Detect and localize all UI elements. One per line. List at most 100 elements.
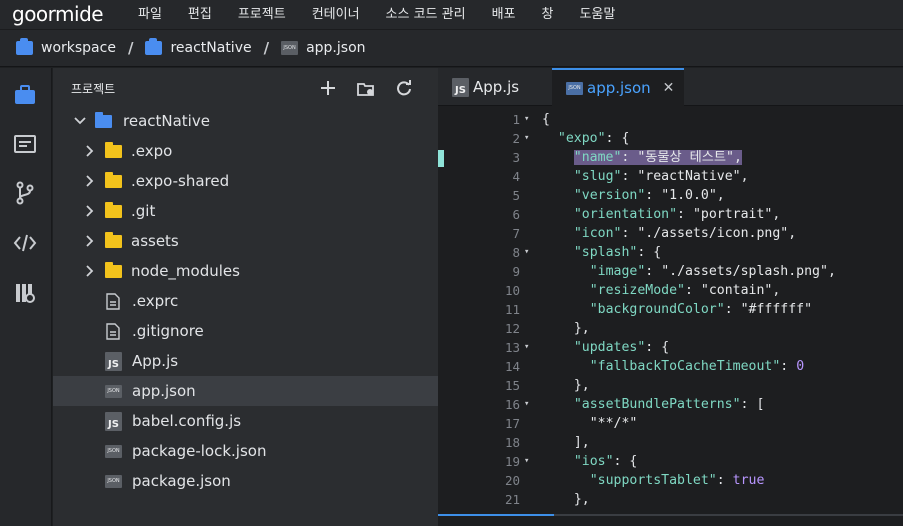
fold-toggle-icon[interactable]: ▾ — [524, 129, 529, 148]
tree-folder-expo-shared[interactable]: .expo-shared — [53, 166, 438, 196]
json-file-icon: JSON — [281, 41, 299, 55]
tree-label: reactNative — [123, 112, 210, 130]
code-icon[interactable] — [13, 231, 37, 255]
fold-toggle-icon[interactable]: ▾ — [524, 452, 529, 471]
fold-toggle-icon[interactable]: ▾ — [524, 110, 529, 129]
folder-icon — [105, 261, 122, 278]
menu-file[interactable]: 파일 — [138, 0, 162, 29]
tree-label: .expo — [131, 142, 173, 160]
code-line[interactable]: 15 }, — [438, 376, 903, 395]
menu-container[interactable]: 컨테이너 — [312, 0, 360, 29]
git-branch-icon[interactable] — [13, 181, 37, 205]
tree-label: .git — [131, 202, 156, 220]
code-line[interactable]: 11 "backgroundColor": "#ffffff" — [438, 300, 903, 319]
code-line[interactable]: 14 "fallbackToCacheTimeout": 0 — [438, 357, 903, 376]
code-line[interactable]: 16 ▾ "assetBundlePatterns": [ — [438, 395, 903, 414]
code-line[interactable]: 10 "resizeMode": "contain", — [438, 281, 903, 300]
chevron-right-icon — [83, 265, 97, 277]
breadcrumb-file[interactable]: JSON app.json — [281, 40, 366, 56]
tree-folder-git[interactable]: .git — [53, 196, 438, 226]
json-file-icon: JSON — [566, 81, 583, 95]
close-icon[interactable]: ✕ — [663, 80, 675, 96]
breadcrumb-workspace[interactable]: workspace — [16, 38, 116, 56]
tree-label: package-lock.json — [132, 442, 267, 460]
line-number: 11 — [504, 302, 520, 317]
code-line[interactable]: 2 ▾ "expo": { — [438, 129, 903, 148]
code-text: "supportsTablet": true — [589, 473, 765, 488]
folder-icon — [105, 201, 122, 218]
code-line[interactable]: 5 "version": "1.0.0", — [438, 186, 903, 205]
tree-label: node_modules — [131, 262, 240, 280]
tree-file-app-js[interactable]: JS App.js — [53, 346, 438, 376]
code-text: "image": "./assets/splash.png", — [589, 264, 836, 279]
menu-window[interactable]: 창 — [541, 0, 553, 29]
chevron-right-icon — [83, 235, 97, 247]
menu-project[interactable]: 프로젝트 — [238, 0, 286, 29]
json-file-icon: JSON — [105, 474, 122, 488]
window-panel-icon[interactable] — [13, 132, 37, 156]
menu-help[interactable]: 도움말 — [579, 0, 615, 29]
new-folder-icon[interactable] — [356, 78, 376, 98]
line-number: 6 — [512, 207, 520, 222]
tree-file-gitignore[interactable]: .gitignore — [53, 316, 438, 346]
project-sidebar: 프로젝트 reactNative .expo .expo-shared .git… — [53, 68, 438, 526]
code-line[interactable]: 21 }, — [438, 490, 903, 509]
code-text: "name": "동물상 테스트", — [542, 148, 742, 167]
folder-icon — [16, 38, 33, 55]
tree-file-exprc[interactable]: .exprc — [53, 286, 438, 316]
line-number: 10 — [504, 283, 520, 298]
line-number: 2 — [512, 131, 520, 146]
code-line[interactable]: 6 "orientation": "portrait", — [438, 205, 903, 224]
tab-app-json[interactable]: JSON app.json ✕ — [552, 68, 684, 106]
scrollbar-track[interactable] — [554, 514, 903, 516]
refresh-icon[interactable] — [394, 78, 414, 98]
code-line[interactable]: 8 ▾ "splash": { — [438, 243, 903, 262]
fold-toggle-icon[interactable]: ▾ — [524, 243, 529, 262]
code-line[interactable]: 20 "supportsTablet": true — [438, 471, 903, 490]
line-number: 13 — [504, 340, 520, 355]
menu-deploy[interactable]: 배포 — [492, 0, 516, 29]
fold-toggle-icon[interactable]: ▾ — [524, 395, 529, 414]
tab-app-js[interactable]: JS App.js — [438, 68, 552, 106]
tree-folder-expo[interactable]: .expo — [53, 136, 438, 166]
tab-label: App.js — [473, 78, 520, 96]
line-number: 12 — [504, 321, 520, 336]
code-text: }, — [573, 321, 590, 336]
code-line[interactable]: 13 ▾ "updates": { — [438, 338, 903, 357]
tree-folder-assets[interactable]: assets — [53, 226, 438, 256]
code-line[interactable]: 12 }, — [438, 319, 903, 338]
extensions-icon[interactable] — [13, 281, 37, 305]
tree-file-babel-config[interactable]: JS babel.config.js — [53, 406, 438, 436]
code-line[interactable]: 3 "name": "동물상 테스트", — [438, 148, 903, 167]
code-line[interactable]: 17 "**/*" — [438, 414, 903, 433]
breadcrumb-reactnative[interactable]: reactNative — [145, 38, 252, 56]
tree-file-package-lock[interactable]: JSON package-lock.json — [53, 436, 438, 466]
tree-root-reactnative[interactable]: reactNative — [53, 106, 438, 136]
menu-edit[interactable]: 편집 — [188, 0, 212, 29]
selection-highlight: "name": "동물상 테스트", — [573, 150, 742, 165]
code-text: }, — [573, 378, 590, 393]
chevron-down-icon — [73, 117, 87, 125]
code-line[interactable]: 9 "image": "./assets/splash.png", — [438, 262, 903, 281]
project-explorer-icon[interactable] — [13, 83, 37, 107]
add-file-icon[interactable] — [318, 78, 338, 98]
code-line[interactable]: 19 ▾ "ios": { — [438, 452, 903, 471]
fold-toggle-icon[interactable]: ▾ — [524, 338, 529, 357]
tree-folder-node-modules[interactable]: node_modules — [53, 256, 438, 286]
tree-label: .gitignore — [132, 322, 204, 340]
scrollbar-indicator[interactable] — [438, 514, 554, 516]
breadcrumb-separator: / — [263, 39, 270, 57]
menu-scm[interactable]: 소스 코드 관리 — [386, 0, 466, 29]
goormide-logo[interactable]: goormide — [0, 0, 138, 29]
tree-file-package-json[interactable]: JSON package.json — [53, 466, 438, 496]
code-line[interactable]: 1 ▾ { — [438, 110, 903, 129]
line-number: 17 — [504, 416, 520, 431]
code-line[interactable]: 7 "icon": "./assets/icon.png", — [438, 224, 903, 243]
folder-icon — [145, 38, 163, 55]
folder-icon — [105, 231, 122, 248]
tree-file-app-json[interactable]: JSON app.json — [53, 376, 438, 406]
folder-icon — [105, 171, 122, 188]
code-line[interactable]: 4 "slug": "reactNative", — [438, 167, 903, 186]
tab-label: app.json — [587, 79, 651, 97]
code-line[interactable]: 18 ], — [438, 433, 903, 452]
